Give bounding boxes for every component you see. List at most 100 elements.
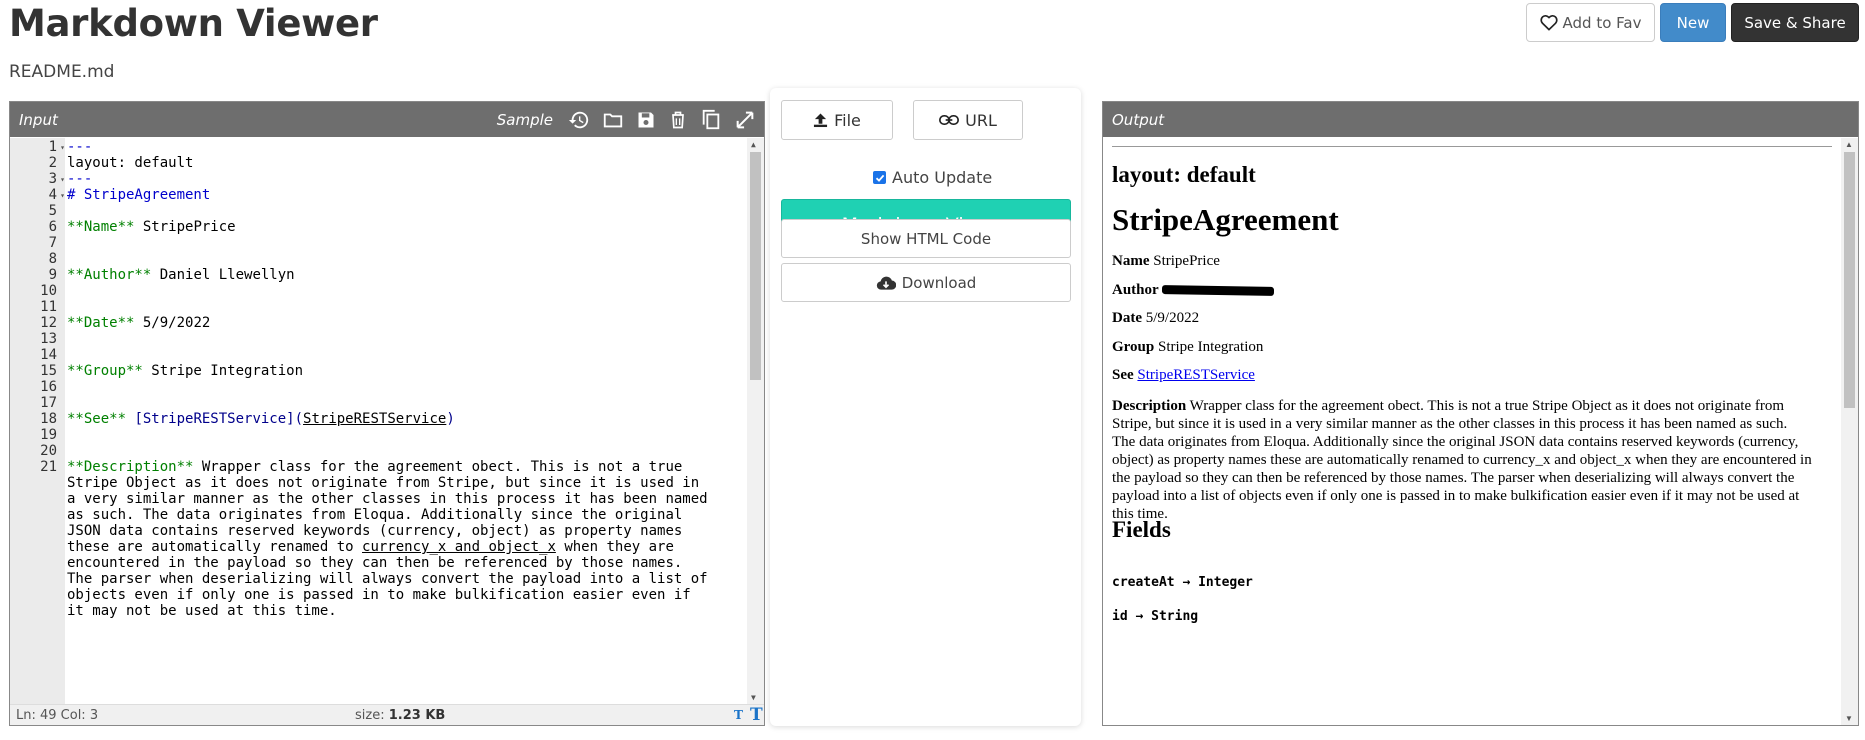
save-icon[interactable] [636, 110, 656, 130]
output-scrollbar[interactable]: ▲ ▼ [1841, 138, 1858, 725]
trash-icon[interactable] [668, 109, 688, 131]
url-button[interactable]: URL [913, 100, 1023, 140]
author-label: Author [1112, 282, 1159, 298]
code-text[interactable]: --- layout: default --- # StripeAgreement **… [67, 138, 744, 704]
group-value: Stripe Integration [1158, 339, 1264, 355]
author-line: Author [1112, 282, 1275, 299]
field-createat: createAt → Integer [1112, 575, 1253, 590]
file-button[interactable]: File [781, 100, 893, 140]
file-size-value: 1.23 KB [388, 707, 446, 723]
name-line: Name StripePrice [1112, 253, 1220, 270]
copy-icon[interactable] [700, 109, 722, 131]
code-text-run: Stripe Object as it does not originate f… [67, 475, 700, 491]
bold-markup: **Group** [67, 363, 143, 379]
editor-scrollbar[interactable]: ▲ ▼ [747, 138, 764, 704]
fold-arrow-icon[interactable]: ▾ [60, 138, 65, 157]
code-text-run: a very similar manner as the other class… [67, 491, 708, 507]
cloud-download-icon [876, 276, 896, 290]
see-line: See StripeRESTService [1112, 367, 1255, 384]
code-line: **Date** 5/9/2022 [67, 314, 210, 333]
code-text-run: objects even if only one is passed in to… [67, 587, 691, 603]
download-button[interactable]: Download [781, 263, 1071, 302]
bold-markup: **Name** [67, 219, 135, 235]
bold-markup: **Date** [67, 315, 135, 331]
link-icon [939, 115, 960, 125]
output-panel-header: Output [1103, 102, 1858, 137]
description-text: Wrapper class for the agreement obect. T… [1112, 398, 1812, 522]
rendered-output: layout: default StripeAgreement Name Str… [1103, 138, 1841, 725]
bold-markup: **Description** [67, 459, 194, 475]
code-line: # StripeAgreement [67, 186, 210, 205]
file-button-label: File [834, 110, 861, 130]
editor-scroll-thumb[interactable] [750, 152, 761, 380]
output-panel: Output layout: default StripeAgreement N… [1102, 101, 1859, 726]
see-label: See [1112, 367, 1134, 383]
save-share-button[interactable]: Save & Share [1731, 3, 1859, 42]
auto-update-label: Auto Update [892, 168, 993, 187]
auto-update-toggle[interactable]: Auto Update [873, 168, 992, 187]
scroll-down-icon[interactable]: ▼ [751, 693, 756, 702]
code-text-run: --- [67, 171, 93, 187]
group-label: Group [1112, 339, 1155, 355]
see-link[interactable]: StripeRESTService [1137, 367, 1254, 383]
wrapped-code-line: it may not be used at this time. [67, 602, 337, 621]
line-number: 21 [40, 459, 57, 475]
text-size-small-icon[interactable]: T [734, 708, 743, 722]
code-text-run: The parser when deserializing will alway… [67, 571, 708, 587]
code-line: **Author** Daniel Llewellyn [67, 266, 295, 285]
bold-markup: **Author** [67, 267, 152, 283]
scroll-up-icon[interactable]: ▲ [751, 140, 756, 149]
code-line: **Name** StripePrice [67, 218, 236, 237]
heart-icon [1539, 14, 1558, 31]
upload-icon [814, 113, 828, 128]
code-editor[interactable]: 1 ▾ 2 3 ▾ 4 ▾ 5 6 7 8 9 10 11 12 13 14 15 16 17 18 19 20 21 ---… [10, 138, 764, 704]
history-icon[interactable] [568, 109, 590, 131]
show-html-button[interactable]: Show HTML Code [781, 219, 1071, 258]
name-value: StripePrice [1153, 253, 1220, 269]
code-text-run: Stripe Integration [142, 363, 304, 379]
add-to-fav-label: Add to Fav [1562, 13, 1642, 32]
code-text-run: layout: default [67, 155, 194, 171]
description-paragraph: Description Wrapper class for the agreem… [1112, 397, 1812, 523]
add-to-fav-button[interactable]: Add to Fav [1526, 3, 1655, 42]
output-scroll-up-icon[interactable]: ▲ [1845, 140, 1853, 149]
code-text-run: # StripeAgreement [67, 187, 211, 203]
date-line: Date 5/9/2022 [1112, 310, 1199, 327]
new-button[interactable]: New [1660, 3, 1726, 42]
input-panel: Input Sample 1 ▾ 2 3 ▾ 4 ▾ 5 6 7 8 9 10 11 12 13 14 15 16 1… [9, 101, 765, 726]
sample-link[interactable]: Sample [497, 111, 553, 129]
file-size-label: size: [355, 707, 385, 723]
code-text-run: --- [67, 139, 93, 155]
url-button-label: URL [965, 110, 997, 130]
group-line: Group Stripe Integration [1112, 339, 1263, 356]
name-label: Name [1112, 253, 1150, 269]
fold-arrow-icon[interactable]: ▾ [60, 186, 65, 205]
cursor-position: Ln: 49 Col: 3 [16, 707, 99, 723]
output-scroll-down-icon[interactable]: ▼ [1845, 714, 1853, 723]
code-text-run: Daniel Llewellyn [151, 267, 295, 283]
link-markup-end: ) [446, 411, 455, 427]
input-panel-header: Input Sample [10, 102, 764, 137]
code-text-run: Wrapper class for the agreement obect. T… [193, 459, 683, 475]
code-text-run: JSON data contains reserved keywords (cu… [67, 523, 683, 539]
auto-update-checkbox[interactable] [873, 171, 886, 184]
download-button-label: Download [901, 273, 977, 292]
field-id: id → String [1112, 609, 1199, 624]
output-scroll-thumb[interactable] [1844, 152, 1855, 408]
link-markup: [StripeRESTService]( [126, 411, 304, 427]
code-text-run: as such. The data originates from Eloqua… [67, 507, 683, 523]
editor-status-bar: Ln: 49 Col: 3 size: 1.23 KB T T [10, 704, 764, 725]
input-panel-title: Input [19, 110, 58, 129]
date-label: Date [1112, 310, 1142, 326]
fields-heading: Fields [1112, 517, 1171, 542]
bold-markup: **See** [67, 411, 127, 427]
expand-icon[interactable] [734, 109, 756, 131]
code-line: **See** [StripeRESTService](StripeRESTSe… [67, 410, 455, 429]
control-panel: File URL Auto Update Markdown Viewer Sho… [770, 88, 1081, 726]
folder-icon[interactable] [602, 109, 624, 131]
text-size-large-icon[interactable]: T [750, 705, 763, 725]
horizontal-rule [1112, 146, 1832, 147]
underscore-word: currency_x and object_x [362, 539, 556, 555]
file-name: README.md [9, 62, 115, 82]
code-text-run: encountered in the payload so they can t… [67, 555, 683, 571]
